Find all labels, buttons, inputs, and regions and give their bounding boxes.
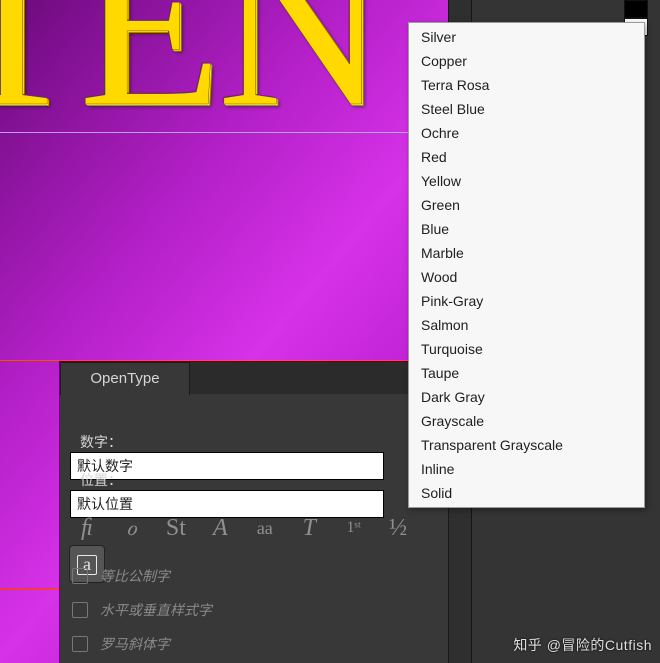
dropdown-item[interactable]: Taupe — [409, 361, 644, 385]
dropdown-item[interactable]: Inline — [409, 457, 644, 481]
check-tabular-label: 等比公制字 — [100, 568, 170, 584]
dropdown-item[interactable]: Terra Rosa — [409, 73, 644, 97]
dropdown-item[interactable]: Solid — [409, 481, 644, 505]
swatch-black[interactable] — [624, 0, 648, 18]
check-tabular-row[interactable]: 等比公制字 — [72, 562, 438, 590]
dropdown-item[interactable]: Blue — [409, 217, 644, 241]
artwork-text: TEN — [0, 0, 382, 160]
dropdown-item[interactable]: Green — [409, 193, 644, 217]
material-dropdown[interactable]: Silver Copper Terra Rosa Steel Blue Ochr… — [408, 22, 645, 508]
dropdown-item[interactable]: Red — [409, 145, 644, 169]
row-position: 位置： 默认位置 — [70, 470, 438, 500]
tab-opentype[interactable]: OpenType — [60, 362, 190, 395]
opentype-panel: OpenType 数字： 默认数字 位置： 默认位置 ﬁ ℴ St A aa T… — [60, 362, 448, 663]
check-roman-italic-row[interactable]: 罗马斜体字 — [72, 630, 438, 658]
checkbox-icon — [72, 568, 88, 584]
ligature-icon[interactable]: ﬁ — [70, 510, 104, 546]
dropdown-item[interactable]: Grayscale — [409, 409, 644, 433]
checkbox-icon — [72, 602, 88, 618]
baseline-guide — [0, 132, 448, 133]
dropdown-item[interactable]: Turquoise — [409, 337, 644, 361]
contextual-icon[interactable]: aa — [248, 510, 282, 546]
dropdown-item[interactable]: Pink-Gray — [409, 289, 644, 313]
dropdown-item[interactable]: Dark Gray — [409, 385, 644, 409]
smallcaps-icon[interactable]: T — [292, 510, 326, 546]
titling-icon[interactable]: A — [203, 510, 237, 546]
stylistic-icon[interactable]: St — [159, 510, 193, 546]
ordinal-icon[interactable]: 1ˢᵗ — [337, 510, 371, 546]
dropdown-item[interactable]: Transparent Grayscale — [409, 433, 644, 457]
dropdown-item[interactable]: Steel Blue — [409, 97, 644, 121]
fraction-icon[interactable]: ½ — [381, 510, 415, 546]
dropdown-item[interactable]: Yellow — [409, 169, 644, 193]
checkbox-icon — [72, 636, 88, 652]
check-hv-style-label: 水平或垂直样式字 — [100, 602, 212, 618]
watermark-text: 知乎 @冒险的Cutfish — [513, 635, 652, 655]
dropdown-item[interactable]: Ochre — [409, 121, 644, 145]
opentype-icon-bar: ﬁ ℴ St A aa T 1ˢᵗ ½ a — [70, 510, 448, 554]
dropdown-item[interactable]: Salmon — [409, 313, 644, 337]
check-hv-style-row[interactable]: 水平或垂直样式字 — [72, 596, 438, 624]
dropdown-item[interactable]: Copper — [409, 49, 644, 73]
dropdown-item[interactable]: Marble — [409, 241, 644, 265]
label-position: 位置： — [70, 470, 122, 490]
check-roman-italic-label: 罗马斜体字 — [100, 636, 170, 652]
swash-icon[interactable]: ℴ — [114, 510, 148, 546]
dropdown-item[interactable]: Silver — [409, 25, 644, 49]
guide-line — [0, 360, 448, 361]
dropdown-item[interactable]: Wood — [409, 265, 644, 289]
label-figure: 数字： — [70, 432, 122, 452]
row-figure-style: 数字： 默认数字 — [70, 432, 438, 462]
